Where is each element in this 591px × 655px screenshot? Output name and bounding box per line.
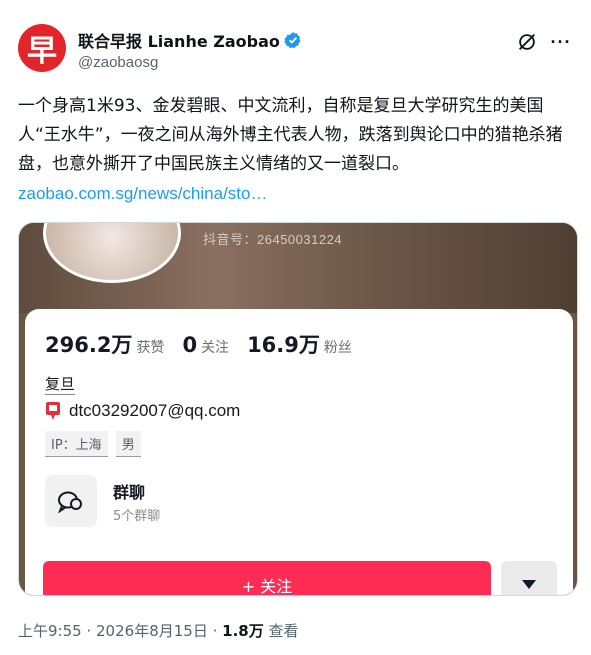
profile-stats: 296.2万 获赞 0 关注 16.9万 粉丝 [45, 329, 366, 359]
gender-tag: 男 [115, 431, 141, 457]
follow-button: + 关注 [43, 561, 491, 595]
email-row: dtc03292007@qq.com [45, 401, 240, 421]
group-chat-row: 群聊 5个群聊 [45, 475, 565, 531]
post-media[interactable]: 抖音号：26450031224 296.2万 获赞 0 关注 16.9万 粉丝 … [18, 222, 578, 596]
more-dropdown-button [501, 561, 557, 595]
more-icon: ··· [550, 31, 572, 52]
author-name-line: 联合早报 Lianhe Zaobao [78, 28, 302, 52]
separator-dot: · [212, 622, 223, 640]
likes-count: 296.2万 [45, 333, 133, 357]
post-text: 一个身高1米93、金发碧眼、中文流利，自称是复旦大学研究生的美国人“王水牛”，一… [18, 92, 578, 209]
post-body: 一个身高1米93、金发碧眼、中文流利，自称是复旦大学研究生的美国人“王水牛”，一… [18, 96, 563, 174]
following-count: 0 [182, 333, 198, 357]
following-label: 关注 [201, 340, 230, 356]
author-display-name[interactable]: 联合早报 Lianhe Zaobao [78, 28, 280, 52]
group-chat-count: 5个群聊 [113, 509, 161, 524]
slash-circle-icon [519, 34, 535, 50]
separator-dot: · [86, 622, 97, 640]
verified-badge-icon [284, 32, 301, 48]
post-time[interactable]: 上午9:55 [18, 622, 82, 640]
profile-tags: IP：上海 男 [45, 431, 141, 457]
views-label: 查看 [268, 622, 299, 640]
post-date[interactable]: 2026年8月15日 [96, 622, 208, 640]
post-link[interactable]: zaobao.com.sg/news/china/sto… [18, 184, 267, 203]
grok-button[interactable] [515, 30, 539, 54]
post-header: 早 联合早报 Lianhe Zaobao @zaobaosg ··· [18, 24, 575, 80]
ip-tag: IP：上海 [45, 431, 108, 457]
douyin-id: 抖音号：26450031224 [203, 232, 343, 247]
post-meta: 上午9:55 · 2026年8月15日 · 1.8万 查看 [18, 620, 299, 641]
likes-label: 获赞 [136, 340, 165, 356]
followers-label: 粉丝 [323, 340, 352, 356]
mail-pin-icon [46, 402, 60, 420]
group-chat-icon [45, 475, 97, 527]
profile-card: 296.2万 获赞 0 关注 16.9万 粉丝 复旦 dtc03292007@q… [25, 309, 573, 595]
followers-count: 16.9万 [247, 333, 320, 357]
school-label: 复旦 [45, 375, 76, 395]
more-options-button[interactable]: ··· [549, 30, 573, 54]
group-chat-title: 群聊 [113, 483, 146, 502]
author-handle[interactable]: @zaobaosg [78, 54, 158, 71]
views-count: 1.8万 [222, 622, 264, 640]
chevron-down-icon [522, 580, 536, 589]
avatar[interactable]: 早 [18, 24, 66, 72]
email-text: dtc03292007@qq.com [69, 401, 241, 420]
